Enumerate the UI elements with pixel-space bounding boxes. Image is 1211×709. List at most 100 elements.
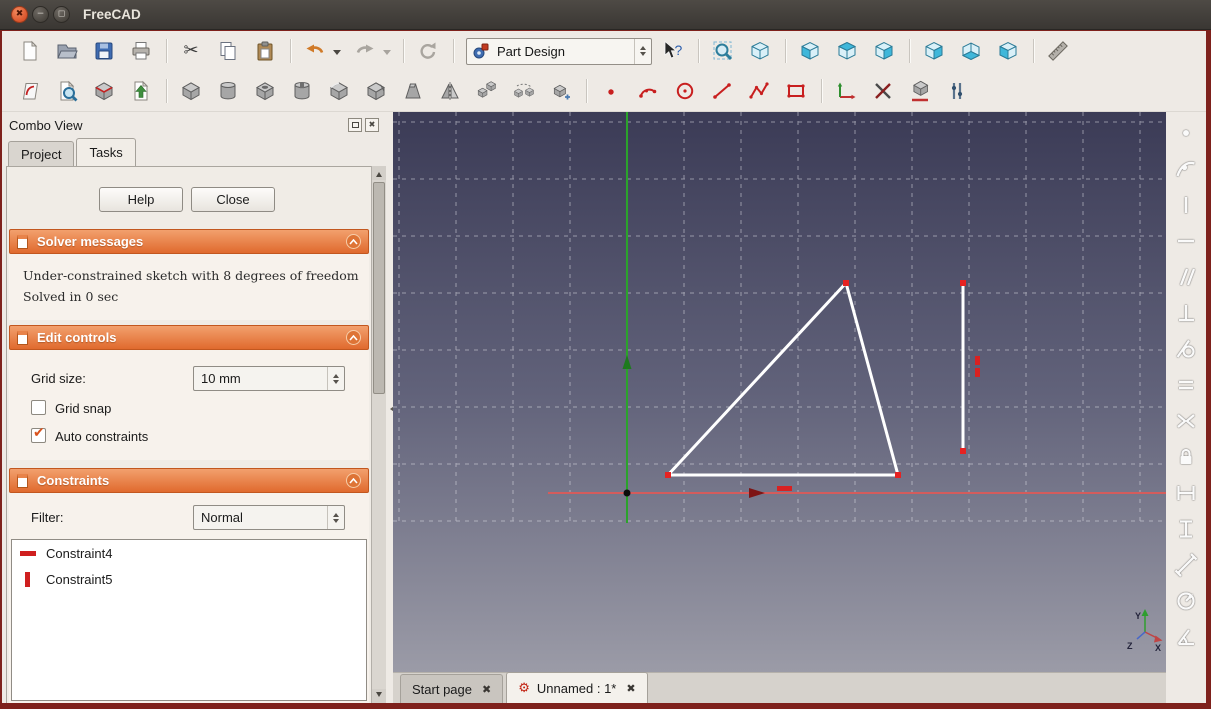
multi-transform-icon[interactable] xyxy=(547,77,575,105)
grid-size-spinbox[interactable]: 10 mm xyxy=(193,366,345,391)
left-view-icon[interactable] xyxy=(994,37,1022,65)
distance-constraint-icon[interactable] xyxy=(1173,552,1199,578)
origin-point[interactable] xyxy=(623,489,631,497)
scroll-down-icon[interactable] xyxy=(372,689,386,703)
copy-icon[interactable] xyxy=(214,37,242,65)
tab-tasks[interactable]: Tasks xyxy=(76,138,136,166)
bottom-view-icon[interactable] xyxy=(957,37,985,65)
constraint-list-item[interactable]: Constraint5 xyxy=(12,566,366,592)
parallel-constraint-icon[interactable] xyxy=(1173,264,1199,290)
rear-view-icon[interactable] xyxy=(920,37,948,65)
whats-this-icon[interactable]: ? xyxy=(659,37,687,65)
grid-snap-label[interactable]: Grid snap xyxy=(55,401,111,416)
horizontal-constraint-icon[interactable] xyxy=(1173,228,1199,254)
undo-icon[interactable] xyxy=(301,37,329,65)
open-document-icon[interactable] xyxy=(53,37,81,65)
perpendicular-constraint-icon[interactable] xyxy=(1173,300,1199,326)
groove-icon[interactable] xyxy=(288,77,316,105)
point-on-object-constraint-icon[interactable] xyxy=(1173,156,1199,182)
trim-edge-icon[interactable] xyxy=(869,77,897,105)
draft-icon[interactable] xyxy=(399,77,427,105)
create-circle-icon[interactable] xyxy=(671,77,699,105)
refresh-icon[interactable] xyxy=(414,37,442,65)
construction-mode-icon[interactable] xyxy=(906,77,934,105)
create-line-icon[interactable] xyxy=(708,77,736,105)
window-minimize-button[interactable]: − xyxy=(32,6,49,23)
tab-close-icon[interactable]: ✖ xyxy=(482,684,491,695)
create-rectangle-icon[interactable] xyxy=(782,77,810,105)
measure-distance-icon[interactable] xyxy=(1044,37,1072,65)
right-view-icon[interactable] xyxy=(870,37,898,65)
grid-snap-checkbox[interactable] xyxy=(31,400,46,415)
edit-controls-header[interactable]: Edit controls xyxy=(9,325,369,350)
pad-icon[interactable] xyxy=(177,77,205,105)
polar-pattern-icon[interactable] xyxy=(510,77,538,105)
window-close-button[interactable]: ✖ xyxy=(11,6,28,23)
constraints-header[interactable]: Constraints xyxy=(9,468,369,493)
axonometric-view-icon[interactable] xyxy=(746,37,774,65)
scrollbar-thumb[interactable] xyxy=(373,182,385,394)
solver-messages-header[interactable]: Solver messages xyxy=(9,229,369,254)
undo-dropdown-icon[interactable] xyxy=(333,50,341,59)
redo-icon[interactable] xyxy=(351,37,379,65)
close-button[interactable]: Close xyxy=(191,187,275,212)
fit-all-icon[interactable] xyxy=(709,37,737,65)
workbench-selector[interactable]: Part Design xyxy=(466,37,652,65)
map-sketch-icon[interactable] xyxy=(90,77,118,105)
redo-dropdown-icon[interactable] xyxy=(383,50,391,59)
panel-splitter[interactable] xyxy=(386,112,397,703)
auto-constraints-label[interactable]: Auto constraints xyxy=(55,429,148,444)
tab-close-icon[interactable]: ✖ xyxy=(626,683,635,694)
horizontal-distance-constraint-icon[interactable] xyxy=(1173,480,1199,506)
window-maximize-button[interactable]: ◻ xyxy=(53,6,70,23)
scroll-up-icon[interactable] xyxy=(372,166,386,180)
create-point-icon[interactable] xyxy=(597,77,625,105)
sketch-points[interactable] xyxy=(665,280,966,478)
sketch-elements-icon[interactable] xyxy=(943,77,971,105)
close-panel-icon[interactable]: ✖ xyxy=(365,118,379,132)
linear-pattern-icon[interactable] xyxy=(473,77,501,105)
radius-constraint-icon[interactable] xyxy=(1173,588,1199,614)
new-sketch-icon[interactable] xyxy=(16,77,44,105)
help-button[interactable]: Help xyxy=(99,187,183,212)
chamfer-icon[interactable] xyxy=(362,77,390,105)
print-icon[interactable] xyxy=(127,37,155,65)
sketch-geometry[interactable] xyxy=(666,281,965,477)
dropdown-arrows[interactable] xyxy=(327,506,344,529)
constraints-filter-dropdown[interactable]: Normal xyxy=(193,505,345,530)
external-geometry-icon[interactable] xyxy=(832,77,860,105)
revolution-icon[interactable] xyxy=(214,77,242,105)
cut-icon[interactable]: ✂ xyxy=(177,37,205,65)
float-panel-icon[interactable] xyxy=(348,118,362,132)
spinner-arrows[interactable] xyxy=(327,367,344,390)
constraint-markers[interactable] xyxy=(777,356,980,491)
front-view-icon[interactable] xyxy=(796,37,824,65)
create-arc-icon[interactable] xyxy=(634,77,662,105)
combo-view-scrollbar[interactable] xyxy=(371,166,386,703)
fillet-icon[interactable] xyxy=(325,77,353,105)
new-document-icon[interactable] xyxy=(16,37,44,65)
lock-constraint-icon[interactable] xyxy=(1173,444,1199,470)
mirrored-icon[interactable] xyxy=(436,77,464,105)
symmetric-constraint-icon[interactable] xyxy=(1173,408,1199,434)
save-document-icon[interactable] xyxy=(90,37,118,65)
constraint-list-item[interactable]: Constraint4 xyxy=(12,540,366,566)
coincident-constraint-icon[interactable] xyxy=(1173,120,1199,146)
tab-project[interactable]: Project xyxy=(8,141,75,166)
tab-unnamed-document[interactable]: ⚙ Unnamed : 1* ✖ xyxy=(506,672,648,703)
pocket-icon[interactable] xyxy=(251,77,279,105)
top-view-icon[interactable] xyxy=(833,37,861,65)
tab-start-page[interactable]: Start page ✖ xyxy=(400,674,504,703)
create-polyline-icon[interactable] xyxy=(745,77,773,105)
paste-icon[interactable] xyxy=(251,37,279,65)
vertical-constraint-icon[interactable] xyxy=(1173,192,1199,218)
vertical-distance-constraint-icon[interactable] xyxy=(1173,516,1199,542)
3d-viewport[interactable]: Y X Z xyxy=(393,112,1166,672)
auto-constraints-checkbox[interactable] xyxy=(31,425,46,443)
collapse-section-icon[interactable] xyxy=(346,473,361,488)
leave-sketch-icon[interactable] xyxy=(127,77,155,105)
tangent-constraint-icon[interactable] xyxy=(1173,336,1199,362)
workbench-selector-arrows[interactable] xyxy=(634,38,651,64)
equal-constraint-icon[interactable] xyxy=(1173,372,1199,398)
edit-sketch-icon[interactable] xyxy=(53,77,81,105)
